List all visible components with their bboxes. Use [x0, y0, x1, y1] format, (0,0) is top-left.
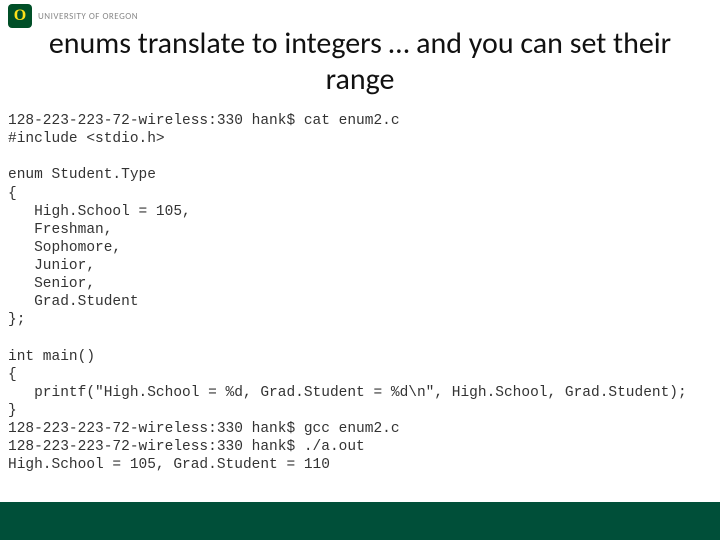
logo-text: UNIVERSITY OF OREGON: [38, 11, 138, 22]
uo-logo-icon: O: [8, 4, 32, 28]
terminal-output: 128-223-223-72-wireless:330 hank$ cat en…: [8, 112, 712, 475]
logo-letter: O: [14, 7, 26, 25]
footer-bar: [0, 502, 720, 540]
slide-title: enums translate to integers … and you ca…: [0, 26, 720, 98]
